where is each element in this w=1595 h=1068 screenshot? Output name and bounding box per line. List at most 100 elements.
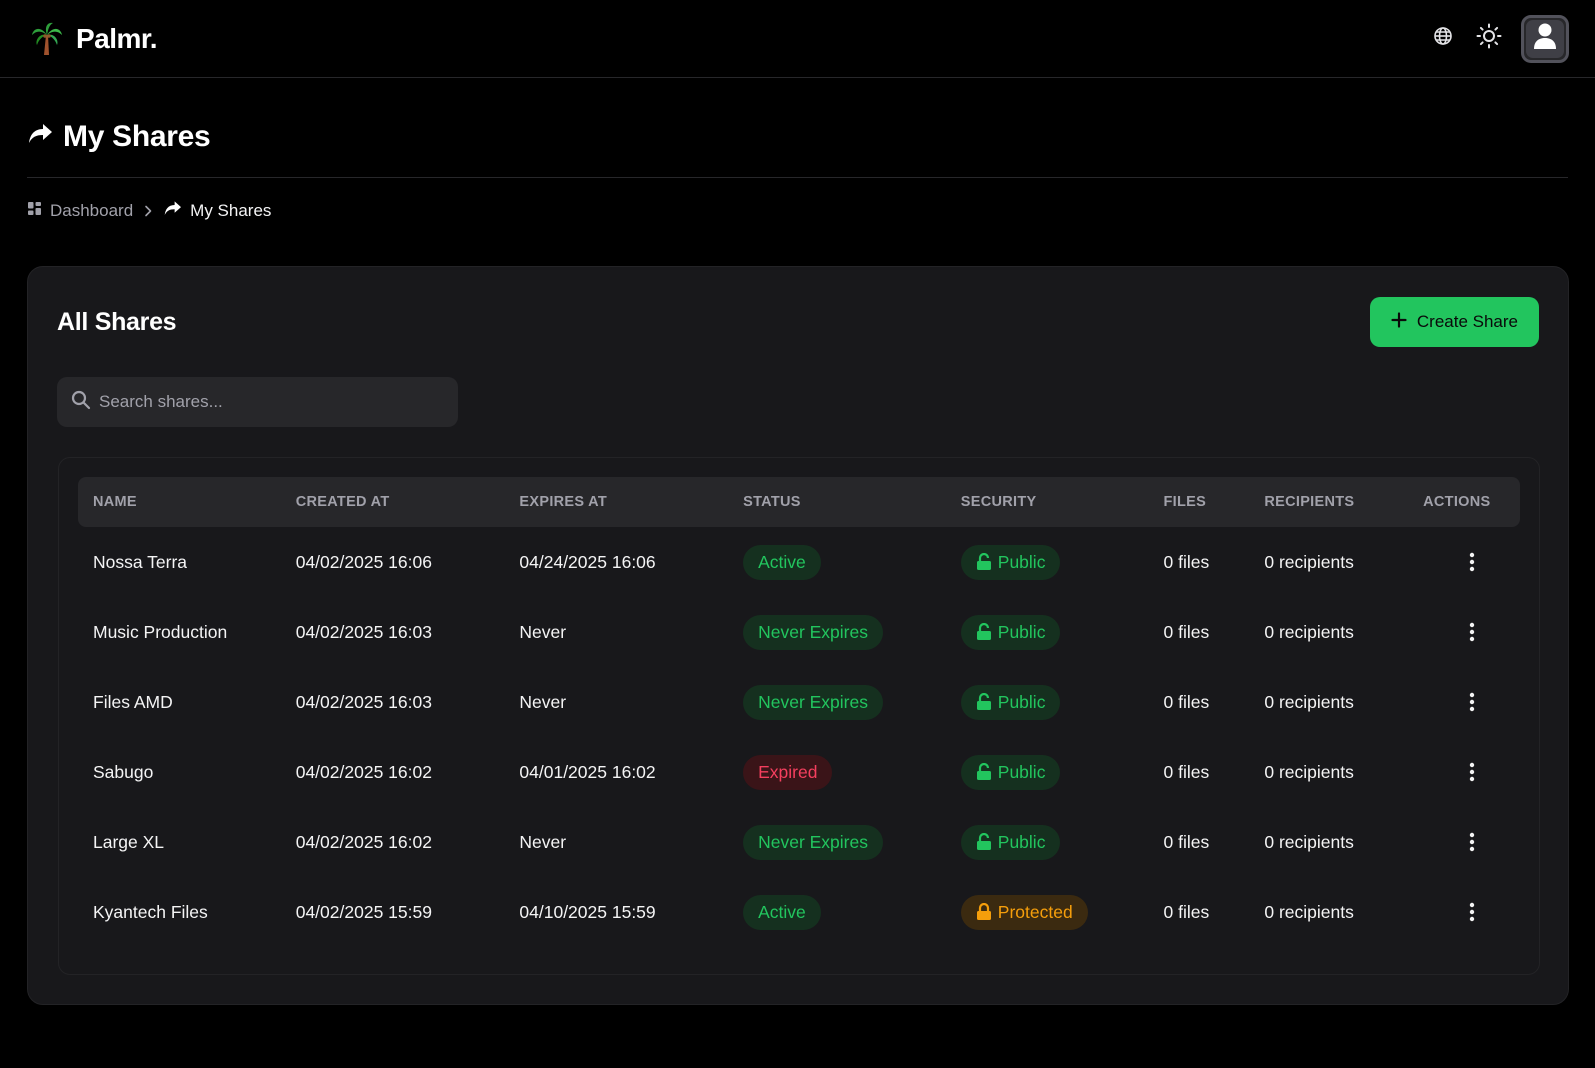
files-count: 0 files	[1163, 761, 1210, 782]
status-cell: Never Expires	[743, 614, 961, 650]
status-cell: Never Expires	[743, 684, 961, 720]
brand-name: Palmr.	[76, 22, 158, 54]
column-header-expires: EXPIRES AT	[519, 494, 608, 510]
kebab-menu-icon[interactable]	[1462, 758, 1482, 786]
shares-table: NAME CREATED AT EXPIRES AT STATUS SECURI…	[58, 457, 1540, 975]
table-row[interactable]: Kyantech Files 04/02/2025 15:59 04/10/2025…	[78, 877, 1520, 947]
expires-at: 04/24/2025 16:06	[519, 551, 656, 572]
actions-cell	[1423, 548, 1520, 576]
security-badge: Public	[960, 684, 1061, 720]
card-title: All Shares	[57, 307, 177, 336]
files-count: 0 files	[1163, 551, 1210, 572]
share-name: Files AMD	[93, 691, 173, 712]
breadcrumb-current-label: My Shares	[190, 201, 272, 220]
files-count: 0 files	[1163, 901, 1210, 922]
theme-toggle-button[interactable]	[1475, 23, 1503, 54]
security-cell: Public	[960, 754, 1164, 790]
files-count: 0 files	[1163, 691, 1210, 712]
table-row[interactable]: Large XL 04/02/2025 16:02 Never Never Expir…	[78, 807, 1520, 877]
status-badge: Active	[743, 544, 821, 580]
create-share-button[interactable]: Create Share	[1369, 297, 1539, 347]
share-name: Nossa Terra	[93, 551, 188, 572]
table-row[interactable]: Music Production 04/02/2025 16:03 Never Nev…	[78, 597, 1520, 667]
top-actions	[1429, 14, 1569, 63]
table-row[interactable]: Nossa Terra 04/02/2025 16:06 04/24/2025 16…	[78, 527, 1520, 597]
sun-icon	[1476, 23, 1502, 54]
status-cell: Active	[743, 894, 961, 930]
user-menu-button[interactable]	[1521, 14, 1569, 63]
kebab-menu-icon[interactable]	[1462, 548, 1482, 576]
table-header: NAME CREATED AT EXPIRES AT STATUS SECURI…	[78, 477, 1520, 527]
security-label: Public	[997, 691, 1046, 712]
page-header: My Shares	[27, 78, 1568, 178]
share-name: Kyantech Files	[93, 901, 208, 922]
security-cell: Public	[960, 544, 1164, 580]
table-row[interactable]: Files AMD 04/02/2025 16:03 Never Never Expi…	[78, 667, 1520, 737]
security-badge: Public	[960, 824, 1061, 860]
created-at: 04/02/2025 16:02	[295, 761, 432, 782]
lock-open-icon	[976, 623, 992, 641]
kebab-menu-icon[interactable]	[1462, 828, 1482, 856]
palm-tree-icon	[30, 21, 64, 57]
share-forward-icon	[163, 200, 182, 222]
top-bar: Palmr.	[0, 0, 1595, 78]
grid-icon	[27, 201, 42, 221]
lock-icon	[976, 903, 992, 921]
security-label: Public	[997, 551, 1046, 572]
chevron-right-icon	[141, 204, 155, 218]
kebab-menu-icon[interactable]	[1462, 898, 1482, 926]
kebab-menu-icon[interactable]	[1462, 618, 1482, 646]
files-count: 0 files	[1163, 831, 1210, 852]
column-header-status: STATUS	[743, 494, 801, 510]
status-badge: Expired	[743, 754, 833, 790]
actions-cell	[1423, 758, 1520, 786]
avatar	[1526, 19, 1564, 58]
recipients-count: 0 recipients	[1264, 621, 1354, 642]
kebab-menu-icon[interactable]	[1462, 688, 1482, 716]
created-at: 04/02/2025 16:03	[295, 621, 432, 642]
actions-cell	[1423, 688, 1520, 716]
column-header-actions: ACTIONS	[1423, 494, 1491, 510]
status-badge: Active	[743, 894, 821, 930]
table-row[interactable]: Sabugo 04/02/2025 16:02 04/01/2025 16:02 Ex…	[78, 737, 1520, 807]
lock-open-icon	[976, 693, 992, 711]
user-icon	[1533, 22, 1557, 55]
share-name: Music Production	[93, 621, 228, 642]
expires-at: Never	[519, 621, 567, 642]
expires-at: 04/10/2025 15:59	[519, 901, 656, 922]
breadcrumb-dashboard-label: Dashboard	[50, 201, 134, 220]
breadcrumb-current: My Shares	[163, 200, 271, 222]
share-forward-icon	[27, 122, 53, 151]
security-label: Public	[997, 621, 1046, 642]
status-badge: Never Expires	[743, 614, 883, 650]
search-input[interactable]	[99, 392, 439, 412]
brand[interactable]: Palmr.	[30, 21, 158, 57]
status-cell: Never Expires	[743, 824, 961, 860]
files-count: 0 files	[1163, 621, 1210, 642]
plus-icon	[1391, 311, 1407, 333]
language-button[interactable]	[1429, 25, 1457, 53]
security-cell: Protected	[960, 894, 1164, 930]
expires-at: 04/01/2025 16:02	[519, 761, 656, 782]
recipients-count: 0 recipients	[1264, 691, 1354, 712]
security-label: Public	[997, 831, 1046, 852]
security-badge: Public	[960, 754, 1061, 790]
actions-cell	[1423, 618, 1520, 646]
create-share-label: Create Share	[1416, 312, 1518, 331]
lock-open-icon	[976, 833, 992, 851]
search-icon	[71, 390, 91, 415]
security-badge: Public	[960, 544, 1061, 580]
status-badge: Never Expires	[743, 684, 883, 720]
security-badge: Public	[960, 614, 1061, 650]
recipients-count: 0 recipients	[1264, 761, 1354, 782]
security-badge: Protected	[960, 894, 1088, 930]
expires-at: Never	[519, 691, 567, 712]
security-cell: Public	[960, 684, 1164, 720]
column-header-name: NAME	[93, 494, 137, 510]
breadcrumb-dashboard[interactable]: Dashboard	[27, 201, 133, 221]
security-label: Protected	[997, 901, 1073, 922]
status-badge: Never Expires	[743, 824, 883, 860]
created-at: 04/02/2025 16:02	[295, 831, 432, 852]
column-header-files: FILES	[1163, 494, 1207, 510]
created-at: 04/02/2025 16:06	[295, 551, 432, 572]
